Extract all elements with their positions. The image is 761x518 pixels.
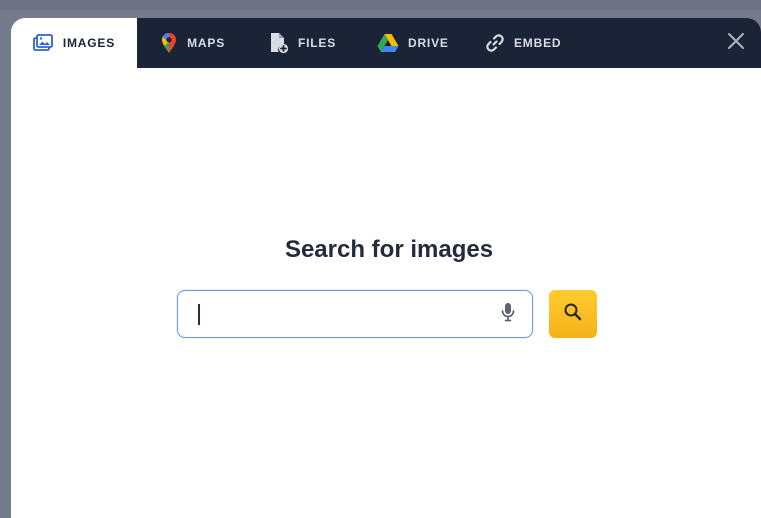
- search-input[interactable]: [190, 297, 480, 331]
- add-file-icon: [269, 32, 289, 54]
- media-tab-bar: IMAGES MAPS FILES DRIVE EMBED: [11, 18, 761, 68]
- map-pin-icon: [159, 32, 178, 54]
- search-button[interactable]: [549, 290, 597, 338]
- search-field[interactable]: [177, 290, 533, 338]
- tab-images[interactable]: IMAGES: [11, 18, 137, 68]
- images-icon: [33, 32, 54, 54]
- insert-media-dialog: IMAGES MAPS FILES DRIVE EMBED Search for…: [11, 18, 761, 518]
- tab-files-label: FILES: [298, 36, 337, 50]
- microphone-icon: [501, 302, 515, 327]
- link-icon: [485, 32, 505, 54]
- tab-maps-label: MAPS: [187, 36, 225, 50]
- search-icon: [563, 302, 583, 327]
- tab-drive[interactable]: DRIVE: [355, 18, 463, 68]
- close-icon: [727, 32, 745, 55]
- voice-search-button[interactable]: [496, 302, 520, 326]
- tab-embed[interactable]: EMBED: [463, 18, 573, 68]
- search-title: Search for images: [284, 236, 494, 263]
- tab-maps[interactable]: MAPS: [137, 18, 247, 68]
- tab-embed-label: EMBED: [514, 36, 562, 50]
- text-caret: [198, 304, 200, 325]
- tab-drive-label: DRIVE: [408, 36, 449, 50]
- tab-files[interactable]: FILES: [247, 18, 355, 68]
- drive-icon: [377, 32, 399, 54]
- close-button[interactable]: [721, 28, 751, 58]
- tab-images-label: IMAGES: [62, 36, 115, 50]
- images-tab-panel: Search for images: [11, 68, 761, 518]
- page-backdrop: [0, 0, 761, 10]
